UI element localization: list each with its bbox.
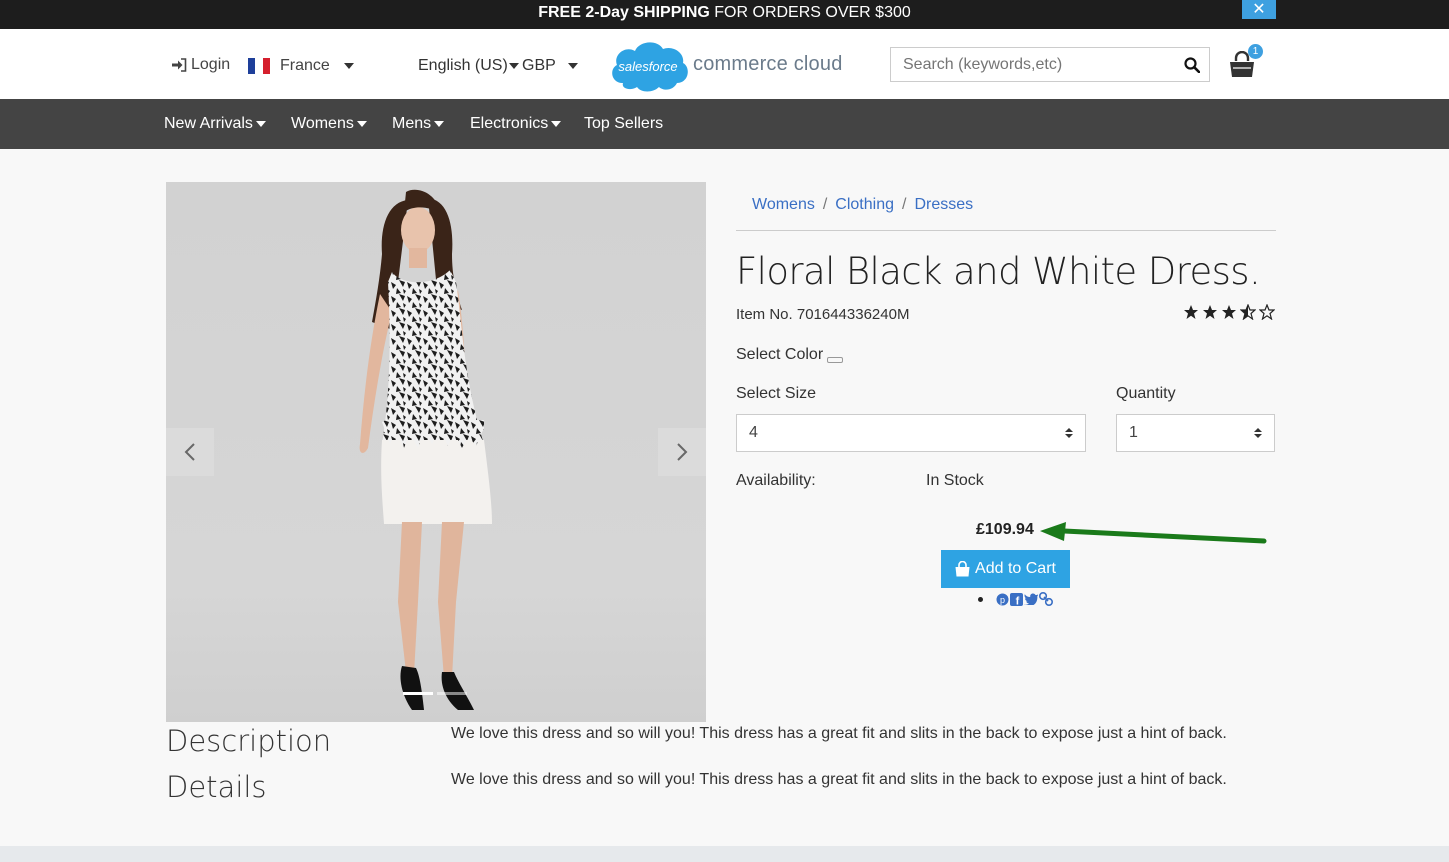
nav-label: Womens [291,115,354,132]
product-title: Floral Black and White Dress. [736,250,1261,293]
currency-label: GBP [522,57,556,74]
logo-cloud-text: salesforce [618,59,677,74]
select-color-label: Select Color [736,346,824,363]
product-image [166,182,706,722]
product-rating [1183,304,1275,320]
breadcrumb: Womens / Clothing / Dresses [736,196,1276,231]
cart-count-badge: 1 [1248,44,1263,59]
login-link[interactable]: Login [172,56,230,74]
svg-text:f: f [1016,595,1020,606]
carousel-prev-button[interactable] [166,428,214,476]
nav-item-womens[interactable]: Womens [291,115,367,133]
select-arrows-icon [1065,428,1073,438]
link-icon[interactable] [1039,592,1053,606]
details-text: We love this dress and so will you! This… [451,771,1227,788]
currency-selector[interactable]: GBP [509,57,578,75]
salesforce-logo[interactable]: salesforce commerce cloud [607,35,847,93]
twitter-icon[interactable] [1024,593,1038,605]
chevron-down-icon [509,62,519,69]
star-filled-icon [1222,305,1236,319]
sign-in-icon [172,58,187,72]
list-bullet [978,596,983,602]
nav-label: Mens [392,115,432,132]
search-icon [1184,56,1200,73]
breadcrumb-link-dresses[interactable]: Dresses [914,196,973,230]
search-button[interactable] [1175,48,1209,81]
quantity-select-value: 1 [1129,424,1138,441]
nav-label: Electronics [470,115,549,132]
star-half-icon [1240,304,1256,320]
social-share: p f [978,592,1053,606]
site-header: Login France English (US) GBP salesforce… [0,29,1449,99]
salesforce-cloud-icon: salesforce [612,42,688,92]
carousel-indicator[interactable] [403,692,433,695]
chevron-down-icon [551,120,562,127]
search-input[interactable] [891,48,1175,81]
carousel-indicator[interactable] [437,692,467,695]
availability-status: In Stock [926,472,984,489]
size-select-value: 4 [749,424,758,441]
breadcrumb-link-clothing[interactable]: Clothing [835,196,894,230]
search-box [890,47,1210,82]
breadcrumb-separator: / [822,196,828,213]
star-filled-icon [1184,305,1198,319]
carousel-next-button[interactable] [658,428,706,476]
nav-label: New Arrivals [164,115,253,132]
promo-bold: FREE 2-Day SHIPPING [538,4,710,21]
close-icon[interactable]: ✕ [1242,0,1276,19]
quantity-label: Quantity [1116,385,1176,402]
select-size-label: Select Size [736,385,817,402]
pinterest-icon[interactable]: p [996,593,1009,606]
france-flag-icon [248,58,270,74]
carousel-indicators [403,692,467,695]
star-filled-icon [1203,305,1217,319]
annotation-arrow [1040,522,1267,544]
country-selector[interactable]: France [248,57,354,75]
description-text: We love this dress and so will you! This… [451,725,1227,742]
footer-strip [0,846,1449,862]
nav-item-mens[interactable]: Mens [392,115,445,133]
product-image-carousel[interactable] [166,182,706,722]
details-heading: Details [166,770,267,804]
promo-banner: FREE 2-Day SHIPPING FOR ORDERS OVER $300 [0,0,1449,29]
svg-text:p: p [1000,595,1005,605]
chevron-down-icon [567,62,578,69]
add-to-cart-button[interactable]: Add to Cart [941,550,1070,588]
chevron-down-icon [434,120,445,127]
logo-text: commerce cloud [693,53,843,75]
chevron-down-icon [356,120,367,127]
minicart-button[interactable]: 1 [1228,44,1264,83]
country-label: France [280,57,330,74]
login-label: Login [191,56,231,73]
nav-item-new-arrivals[interactable]: New Arrivals [164,115,266,133]
color-swatch[interactable] [827,357,844,363]
promo-text: FOR ORDERS OVER $300 [709,4,911,21]
breadcrumb-separator: / [902,196,907,213]
quantity-select[interactable]: 1 [1116,414,1275,452]
nav-label: Top Sellers [584,115,664,132]
star-empty-icon [1259,304,1275,320]
main-navigation: New Arrivals Womens Mens Electronics Top… [0,99,1449,149]
size-select[interactable]: 4 [736,414,1086,452]
product-price: £109.94 [976,521,1034,538]
language-label: English (US) [418,57,508,74]
nav-item-top-sellers[interactable]: Top Sellers [584,115,663,133]
language-selector[interactable]: English (US) [418,57,508,75]
add-to-cart-label: Add to Cart [975,560,1056,577]
description-heading: Description [166,724,332,758]
shopping-bag-icon [955,561,970,577]
breadcrumb-link-womens[interactable]: Womens [752,196,815,230]
nav-item-electronics[interactable]: Electronics [470,115,562,133]
product-item-number: Item No. 701644336240M [736,306,910,323]
select-arrows-icon [1254,428,1262,438]
chevron-down-icon [255,120,266,127]
chevron-left-icon [184,443,195,461]
availability-label: Availability: [736,472,816,489]
facebook-icon[interactable]: f [1010,592,1023,606]
select-color: Select Color [736,346,844,364]
chevron-down-icon [343,63,354,69]
chevron-right-icon [677,443,688,461]
